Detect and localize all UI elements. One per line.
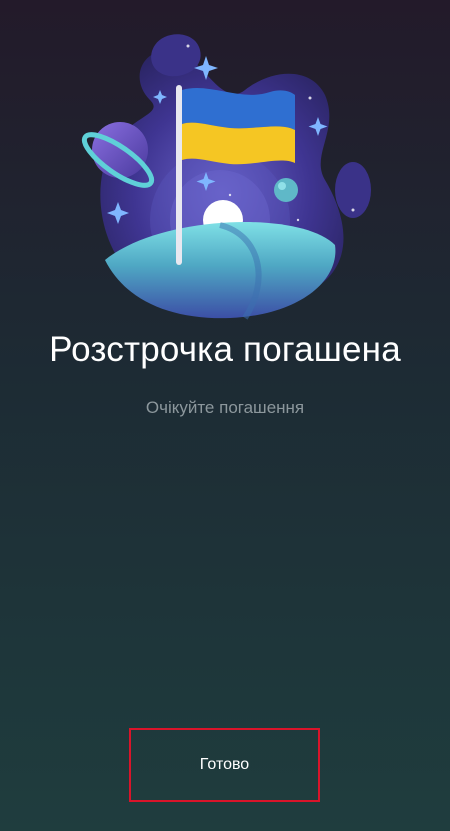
page-title: Розстрочка погашена bbox=[49, 330, 401, 369]
ukraine-flag-planet-icon bbox=[81, 34, 371, 320]
done-button[interactable]: Готово bbox=[129, 728, 320, 802]
done-button-label: Готово bbox=[199, 756, 250, 773]
page-subtitle: Очікуйте погашення bbox=[145, 398, 305, 417]
flag-planet-illustration bbox=[70, 20, 390, 320]
